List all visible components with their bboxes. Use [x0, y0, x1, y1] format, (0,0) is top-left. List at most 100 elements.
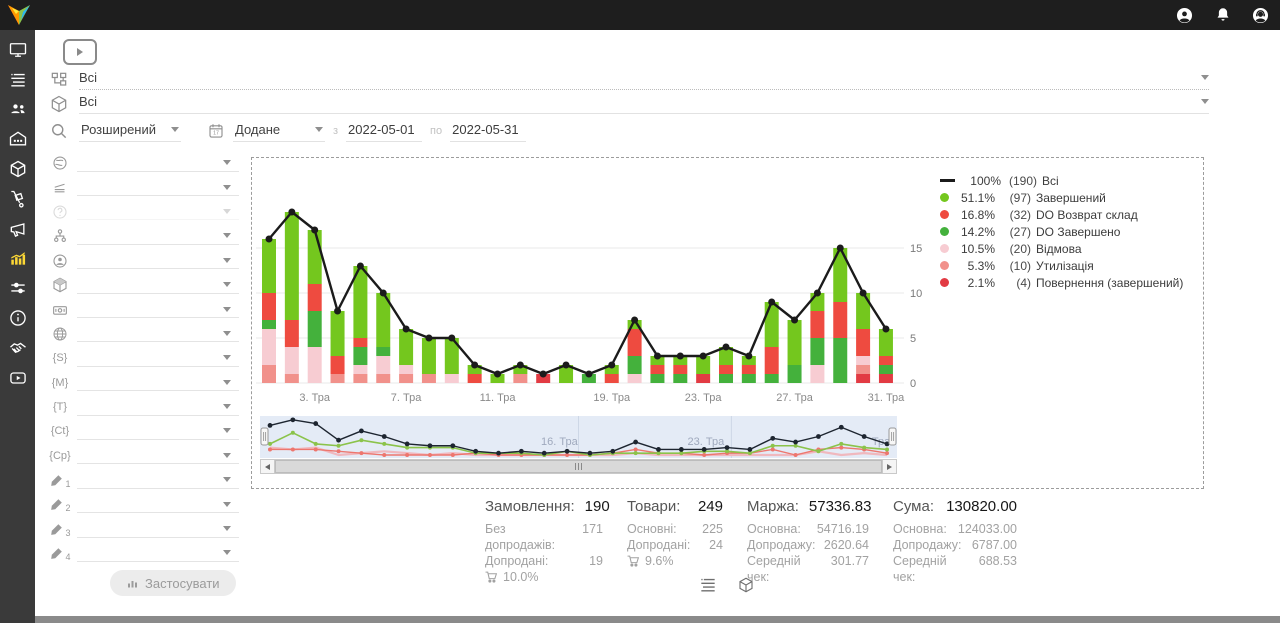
legend-count: (27) — [995, 225, 1031, 239]
arrow-left-icon — [265, 464, 270, 470]
chart-view-toggles — [697, 574, 757, 596]
sidebar-item-info[interactable] — [0, 303, 35, 333]
topbar-actions — [1175, 6, 1270, 25]
summary-stats: Замовлення:190 Без допродажів:171 Допрод… — [485, 498, 1017, 585]
sidebar-item-partners[interactable] — [0, 333, 35, 363]
legend-dot-swatch — [940, 261, 949, 270]
product-select[interactable]: Всі — [79, 94, 1209, 114]
info-icon — [8, 308, 28, 328]
date-from-label: з — [333, 125, 338, 137]
group-by-status-button[interactable] — [697, 574, 719, 596]
filter-row-manager[interactable] — [35, 249, 250, 273]
chart-card: 0510153. Тра7. Тра11. Тра19. Тра23. Тра2… — [251, 157, 1204, 489]
stat-value: 130820.00 — [946, 498, 1017, 515]
monitor-icon — [8, 40, 28, 60]
scroll-right-button[interactable] — [882, 459, 897, 474]
order-status-group-select[interactable]: Всі — [79, 70, 1209, 90]
scroll-left-button[interactable] — [260, 459, 275, 474]
sidebar-item-marketing[interactable] — [0, 214, 35, 244]
search-date-row: Розширений 17 Додане з 2022-05-01 по 202… — [49, 118, 526, 144]
sidebar-item-products[interactable] — [0, 154, 35, 184]
scrollbar-thumb[interactable] — [275, 460, 882, 473]
legend-item[interactable]: 2.1% (4) Повернення (завершений) — [940, 274, 1198, 291]
product-cube-icon — [49, 94, 69, 114]
filter-row-product-type[interactable] — [35, 273, 250, 297]
sidebar-item-clients[interactable] — [0, 95, 35, 125]
date-field-select[interactable]: Додане — [233, 120, 325, 142]
pencil-3-icon: 3 — [49, 519, 71, 539]
chevron-down-icon — [223, 550, 231, 555]
scrollbar-track[interactable] — [275, 459, 882, 474]
stat-sub-label: Середній чек: — [893, 553, 971, 585]
search-icon[interactable] — [49, 121, 69, 141]
legend-dot-swatch — [940, 193, 949, 202]
filter-row-custom-2[interactable]: 2 — [35, 492, 250, 516]
help-video-button[interactable] — [63, 39, 97, 65]
sidebar-item-delivery[interactable] — [0, 184, 35, 214]
sidebar-item-settings[interactable] — [0, 273, 35, 303]
order-group-filter-row: Всі — [49, 68, 1209, 92]
legend-item[interactable]: 16.8% (32) DO Возврат склад — [940, 206, 1198, 223]
legend-item[interactable]: 14.2% (27) DO Завершено — [940, 223, 1198, 240]
bottom-scroll-strip[interactable] — [35, 616, 1280, 623]
legend-item[interactable]: 51.1% (97) Завершений — [940, 189, 1198, 206]
pencil-1-icon: 1 — [49, 470, 71, 490]
stat-sub-value: 301.77 — [831, 553, 869, 585]
pencil-2-icon: 2 — [49, 495, 71, 515]
stat-title: Товари: — [627, 498, 680, 515]
filter-row-custom-4[interactable]: 4 — [35, 541, 250, 565]
sidebar-item-warehouse[interactable] — [0, 124, 35, 154]
filter-row-utm-source[interactable]: {S} — [35, 346, 250, 370]
notifications-bell-icon[interactable] — [1213, 6, 1232, 25]
date-to-input[interactable]: 2022-05-31 — [450, 120, 526, 142]
search-mode-select[interactable]: Розширений — [79, 120, 181, 142]
person-circle-icon — [49, 251, 71, 271]
filter-row-question[interactable] — [35, 200, 250, 224]
filter-row-country[interactable] — [35, 151, 250, 175]
legend-item[interactable]: 5.3% (10) Утилізація — [940, 257, 1198, 274]
mini-chart-icon — [126, 577, 139, 589]
legend-pct: 5.3% — [953, 259, 995, 273]
filter-row-utm-campaign[interactable]: {Cp} — [35, 444, 250, 468]
legend-pct: 51.1% — [953, 191, 995, 205]
cube-icon — [49, 275, 71, 295]
filter-row-utm-medium[interactable]: {M} — [35, 371, 250, 395]
legend-dot-swatch — [940, 210, 949, 219]
filter-row-custom-1[interactable]: 1 — [35, 468, 250, 492]
sidebar-item-statistics[interactable] — [0, 244, 35, 274]
filter-row-utm-term[interactable]: {T} — [35, 395, 250, 419]
group-by-product-button[interactable] — [735, 574, 757, 596]
stat-sub-value: 688.53 — [979, 553, 1017, 585]
stat-sub-label: Допродажу: — [893, 537, 961, 553]
chart-navigator[interactable]: 16. Тра23. ТраТра — [260, 416, 897, 458]
orders-stacked-chart[interactable]: 0510153. Тра7. Тра11. Тра19. Тра23. Тра2… — [256, 168, 932, 416]
sidebar-item-monitor[interactable] — [0, 35, 35, 65]
sidebar-item-orders[interactable] — [0, 65, 35, 95]
legend-item[interactable]: 10.5% (20) Відмова — [940, 240, 1198, 257]
filter-row-structure[interactable] — [35, 224, 250, 248]
calendar-icon[interactable]: 17 — [207, 122, 225, 140]
stat-products: Товари:249 Основні:225 Допродані:24 9.6% — [627, 498, 723, 585]
user-account-icon[interactable] — [1175, 6, 1194, 25]
stat-margin: Маржа:57336.83 Основна:54716.19 Допродаж… — [747, 498, 869, 585]
filter-row-payment[interactable] — [35, 297, 250, 321]
support-headset-icon[interactable] — [1251, 6, 1270, 25]
svg-text:23. Тра: 23. Тра — [688, 436, 726, 448]
ramp-lines-icon — [49, 178, 71, 198]
brand-logo-icon[interactable] — [6, 3, 32, 27]
date-from-input[interactable]: 2022-05-01 — [346, 120, 422, 142]
filter-row-utm-content[interactable]: {Ct} — [35, 419, 250, 443]
stat-sub-value: 24 — [709, 537, 723, 553]
svg-text:16. Тра: 16. Тра — [541, 436, 579, 448]
filter-row-ramp[interactable] — [35, 175, 250, 199]
filter-row-custom-3[interactable]: 3 — [35, 517, 250, 541]
chevron-down-icon — [315, 127, 323, 132]
stat-sub-value: 6787.00 — [972, 537, 1017, 553]
legend-pct: 10.5% — [953, 242, 995, 256]
legend-item[interactable]: 100% (190) Всі — [940, 172, 1198, 189]
sidebar-item-video[interactable] — [0, 363, 35, 393]
statuses-tree-icon — [49, 70, 69, 90]
filter-row-site[interactable] — [35, 322, 250, 346]
apply-button[interactable]: Застосувати — [110, 570, 236, 596]
utm-content-icon: {Ct} — [49, 421, 71, 441]
